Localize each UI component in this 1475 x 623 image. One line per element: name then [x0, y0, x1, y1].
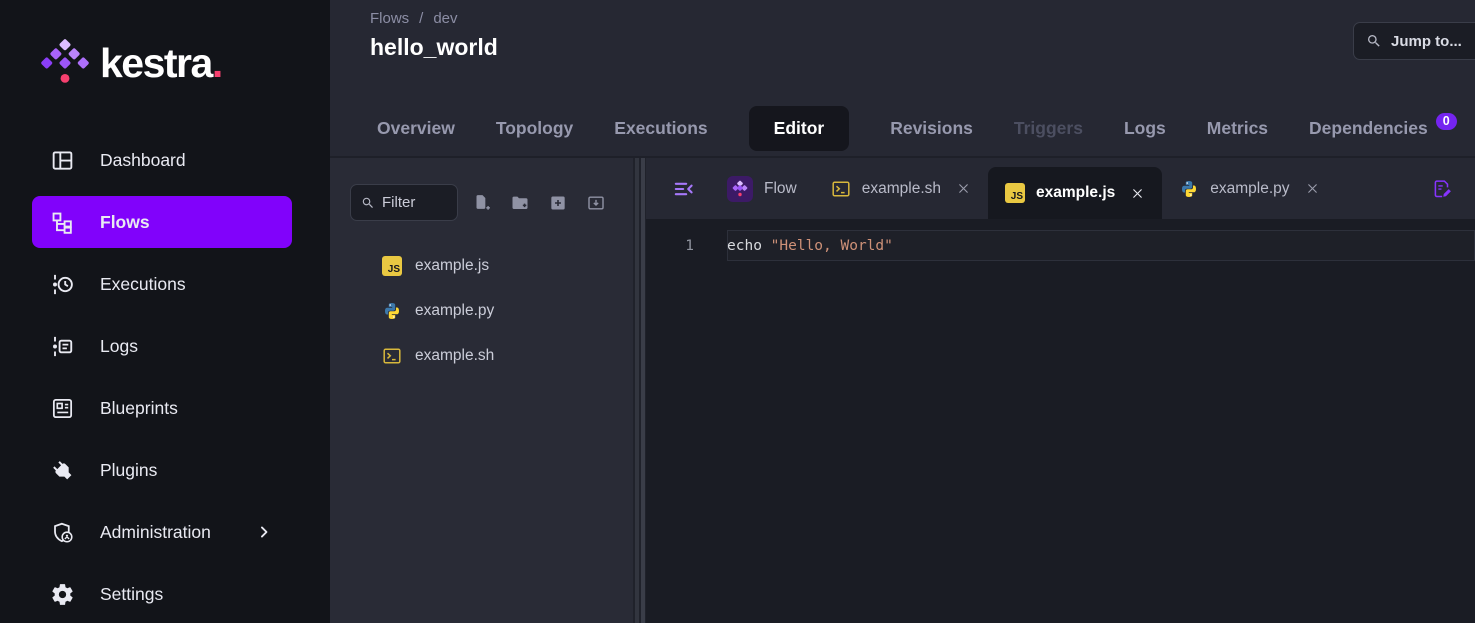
- tab-overview[interactable]: Overview: [377, 118, 455, 139]
- chevron-right-icon: [254, 522, 274, 542]
- sidebar-item-blueprints[interactable]: Blueprints: [32, 382, 292, 434]
- sidebar-item-label: Plugins: [100, 460, 157, 481]
- code-line-1: 1 echo "Hello, World": [646, 230, 1475, 261]
- sidebar-item-label: Logs: [100, 336, 138, 357]
- kestra-logo[interactable]: kestra.: [40, 36, 223, 90]
- breadcrumb: Flows / dev: [370, 10, 458, 27]
- editor-tab-example-sh[interactable]: example.sh: [814, 158, 988, 219]
- plugins-icon: [50, 458, 75, 483]
- javascript-file-icon: JS: [1005, 183, 1025, 203]
- editor-tab-bar: Flow example.sh JS example.js: [646, 158, 1475, 219]
- code-content[interactable]: 1 echo "Hello, World": [646, 219, 1475, 623]
- file-toolbar-icons: [472, 193, 606, 213]
- close-icon[interactable]: [1130, 186, 1145, 201]
- breadcrumb-flows[interactable]: Flows: [370, 10, 409, 27]
- file-row-example-py[interactable]: example.py: [330, 288, 633, 333]
- python-file-icon: [1179, 179, 1199, 199]
- blueprints-icon: [50, 396, 75, 421]
- close-icon[interactable]: [956, 181, 971, 196]
- sidebar-item-executions[interactable]: Executions: [32, 258, 292, 310]
- flows-icon: [50, 210, 75, 235]
- tab-metrics[interactable]: Metrics: [1207, 118, 1268, 139]
- new-folder-icon[interactable]: [510, 193, 530, 213]
- app-window: kestra. Dashboard Flows: [0, 0, 1475, 623]
- kestra-flow-icon: [727, 176, 753, 202]
- dependencies-count-badge: 0: [1436, 113, 1457, 131]
- tab-executions[interactable]: Executions: [614, 118, 707, 139]
- sidebar-item-label: Flows: [100, 212, 150, 233]
- code-text: echo "Hello, World": [727, 238, 893, 254]
- editor-workspace: JS example.js example.py: [330, 156, 1475, 623]
- collapse-sidebar-icon[interactable]: [672, 177, 696, 201]
- edit-flow-file-icon[interactable]: [1431, 178, 1453, 200]
- jump-to-button[interactable]: Jump to...: [1353, 22, 1475, 60]
- shell-file-icon: [382, 346, 402, 366]
- panel-resize-handle[interactable]: [633, 158, 646, 623]
- administration-icon: [50, 520, 75, 545]
- add-box-icon[interactable]: [548, 193, 568, 213]
- import-folder-icon[interactable]: [586, 193, 606, 213]
- sidebar-item-settings[interactable]: Settings: [32, 568, 292, 620]
- kestra-wordmark: kestra.: [100, 40, 223, 87]
- sidebar-item-label: Administration: [100, 522, 211, 543]
- page-title: hello_world: [370, 34, 498, 61]
- breadcrumb-namespace[interactable]: dev: [433, 10, 457, 27]
- tab-triggers: Triggers: [1014, 118, 1083, 139]
- editor-tab-label: example.py: [1210, 180, 1289, 198]
- file-row-example-js[interactable]: JS example.js: [330, 243, 633, 288]
- editor-tab-label: example.sh: [862, 180, 941, 198]
- sidebar-item-label: Settings: [100, 584, 163, 605]
- editor-tab-label: Flow: [764, 180, 797, 198]
- editor-tab-example-py[interactable]: example.py: [1162, 158, 1336, 219]
- new-file-icon[interactable]: [472, 193, 492, 213]
- file-list: JS example.js example.py: [330, 243, 633, 378]
- sidebar-item-plugins[interactable]: Plugins: [32, 444, 292, 496]
- line-number: 1: [646, 238, 694, 254]
- filter-input[interactable]: [382, 194, 444, 211]
- code-editor: Flow example.sh JS example.js: [646, 158, 1475, 623]
- search-icon: [1366, 33, 1382, 49]
- tab-editor[interactable]: Editor: [749, 106, 850, 151]
- logs-icon: [50, 334, 75, 359]
- tab-logs[interactable]: Logs: [1124, 118, 1166, 139]
- file-name: example.js: [415, 257, 489, 275]
- file-name: example.py: [415, 302, 494, 320]
- tab-dependencies[interactable]: Dependencies 0: [1309, 118, 1457, 139]
- breadcrumb-separator: /: [419, 10, 423, 27]
- sidebar-item-label: Dashboard: [100, 150, 186, 171]
- dashboard-icon: [50, 148, 75, 173]
- sidebar-item-administration[interactable]: Administration: [32, 506, 292, 558]
- sidebar: kestra. Dashboard Flows: [0, 0, 330, 623]
- close-icon[interactable]: [1305, 181, 1320, 196]
- sidebar-item-label: Blueprints: [100, 398, 178, 419]
- tab-topology[interactable]: Topology: [496, 118, 573, 139]
- executions-icon: [50, 272, 75, 297]
- filter-box[interactable]: [350, 184, 458, 221]
- main-area: Flows / dev hello_world Jump to... Overv…: [330, 0, 1475, 623]
- editor-tab-flow[interactable]: Flow: [710, 158, 814, 219]
- tab-revisions[interactable]: Revisions: [890, 118, 973, 139]
- shell-file-icon: [831, 179, 851, 199]
- file-name: example.sh: [415, 347, 494, 365]
- search-icon: [361, 196, 375, 210]
- settings-icon: [50, 582, 75, 607]
- sidebar-item-flows[interactable]: Flows: [32, 196, 292, 248]
- sidebar-item-logs[interactable]: Logs: [32, 320, 292, 372]
- sidebar-nav: Dashboard Flows Executions: [32, 134, 292, 620]
- flow-tabs-bar: Overview Topology Executions Editor Revi…: [377, 106, 1457, 151]
- jump-to-label: Jump to...: [1391, 33, 1462, 50]
- python-file-icon: [382, 301, 402, 321]
- javascript-file-icon: JS: [382, 256, 402, 276]
- file-explorer-toolbar: [350, 184, 633, 221]
- sidebar-item-label: Executions: [100, 274, 186, 295]
- editor-tab-label: example.js: [1036, 184, 1115, 202]
- editor-tab-example-js[interactable]: JS example.js: [988, 167, 1162, 219]
- sidebar-item-dashboard[interactable]: Dashboard: [32, 134, 292, 186]
- file-explorer-panel: JS example.js example.py: [330, 158, 633, 623]
- kestra-logo-icon: [40, 36, 90, 90]
- page-header: Flows / dev hello_world Jump to... Overv…: [330, 0, 1475, 156]
- file-row-example-sh[interactable]: example.sh: [330, 333, 633, 378]
